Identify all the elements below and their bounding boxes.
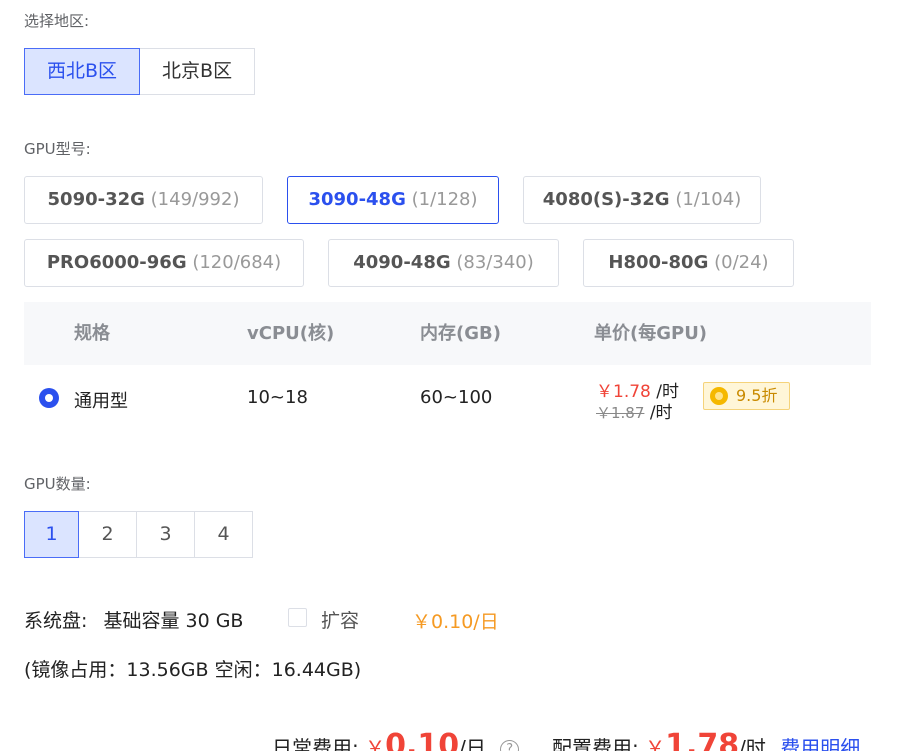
daily-cost-unit: /日 — [459, 736, 486, 751]
gpu-option-h800-80g[interactable]: H800-80G (0/24) — [583, 239, 794, 287]
config-cost-label: 配置费用: — [552, 736, 639, 751]
gpu-option-availability: (149/992) — [150, 189, 240, 210]
gpu-option-availability: (83/340) — [456, 252, 534, 273]
help-circle-icon[interactable]: ? — [500, 740, 520, 751]
config-cost-unit: /时 — [739, 736, 766, 751]
gpu-option-availability: (0/24) — [714, 252, 769, 273]
expand-disk-label[interactable]: 扩容 — [321, 606, 359, 633]
gpu-option-availability: (120/684) — [192, 252, 282, 273]
original-price: ￥1.87 /时 — [596, 398, 673, 423]
gpu-count-option-4[interactable]: 4 — [195, 511, 253, 558]
discount-text: 9.5折 — [736, 386, 778, 405]
original-price-unit: /时 — [649, 403, 673, 423]
gpu-option-3090-48g[interactable]: 3090-48G (1/128) — [287, 176, 499, 224]
gpu-option-name: PRO6000-96G — [46, 252, 187, 273]
gpu-option-availability: (1/128) — [411, 189, 478, 210]
region-selector: 西北B区 北京B区 — [24, 48, 256, 95]
original-price-amount: ￥1.87 — [596, 404, 645, 422]
gpu-option-pro6000-96g[interactable]: PRO6000-96G (120/684) — [24, 239, 304, 287]
gpu-option-name: 4080(S)-32G — [542, 189, 670, 210]
daily-cost-currency: ￥ — [365, 736, 386, 751]
gpu-option-5090-32g[interactable]: 5090-32G (149/992) — [24, 176, 263, 224]
gpu-instance-config-page: 选择地区: 西北B区 北京B区 GPU型号: 5090-32G (149/992… — [0, 0, 901, 751]
column-header-vcpu: vCPU(核) — [247, 323, 335, 344]
gpu-count-selector: 1 2 3 4 — [24, 511, 253, 558]
memory-value: 60~100 — [420, 387, 493, 408]
daily-cost: 日常费用: ￥0.10/日 ? — [272, 728, 520, 751]
region-option-xibei-b[interactable]: 西北B区 — [24, 48, 141, 95]
gpu-option-availability: (1/104) — [675, 189, 742, 210]
expand-disk-checkbox[interactable] — [288, 608, 307, 627]
gpu-model-label: GPU型号: — [24, 140, 91, 158]
spec-name: 通用型 — [74, 391, 128, 412]
gpu-count-option-3[interactable]: 3 — [137, 511, 195, 558]
image-usage-info: (镜像占用：13.56GB 空闲：16.44GB) — [24, 659, 362, 681]
column-header-unit-price: 单价(每GPU) — [594, 323, 708, 344]
config-cost: 配置费用: ￥1.78/时 费用明细 — [552, 728, 860, 751]
column-header-memory: 内存(GB) — [420, 323, 501, 344]
gpu-option-name: 3090-48G — [308, 189, 406, 210]
gpu-option-name: 5090-32G — [47, 189, 145, 210]
disk-expand-price: ￥0.10/日 — [412, 611, 499, 633]
discount-badge: 9.5折 — [703, 382, 791, 410]
system-disk-base: 基础容量 30 GB — [103, 610, 244, 632]
gpu-count-option-1[interactable]: 1 — [24, 511, 79, 558]
system-disk-label: 系统盘: — [24, 610, 88, 632]
daily-cost-amount: 0.10 — [385, 728, 460, 751]
cost-details-link[interactable]: 费用明细 — [780, 736, 860, 751]
spec-table-header: 规格 vCPU(核) 内存(GB) 单价(每GPU) — [24, 302, 871, 365]
system-disk-line: 系统盘: 基础容量 30 GB — [24, 606, 243, 633]
gpu-option-4080s-32g[interactable]: 4080(S)-32G (1/104) — [523, 176, 761, 224]
config-cost-amount: 1.78 — [665, 728, 740, 751]
region-label: 选择地区: — [24, 12, 90, 30]
config-cost-currency: ￥ — [645, 736, 666, 751]
gpu-option-name: 4090-48G — [353, 252, 451, 273]
vcpu-value: 10~18 — [247, 387, 308, 408]
spec-radio-selected[interactable] — [39, 388, 59, 408]
spec-table-row[interactable]: 通用型 10~18 60~100 ￥1.78 /时 ￥1.87 /时 9.5折 — [24, 365, 871, 433]
daily-cost-label: 日常费用: — [272, 736, 359, 751]
gpu-option-4090-48g[interactable]: 4090-48G (83/340) — [328, 239, 559, 287]
daily-cost-value: ￥0.10 — [365, 728, 459, 751]
gpu-count-option-2[interactable]: 2 — [79, 511, 137, 558]
coin-icon — [710, 387, 728, 405]
gpu-option-name: H800-80G — [608, 252, 709, 273]
region-option-beijing-b[interactable]: 北京B区 — [140, 48, 256, 95]
gpu-count-label: GPU数量: — [24, 475, 91, 493]
column-header-spec: 规格 — [74, 323, 110, 344]
config-cost-value: ￥1.78 — [645, 728, 739, 751]
